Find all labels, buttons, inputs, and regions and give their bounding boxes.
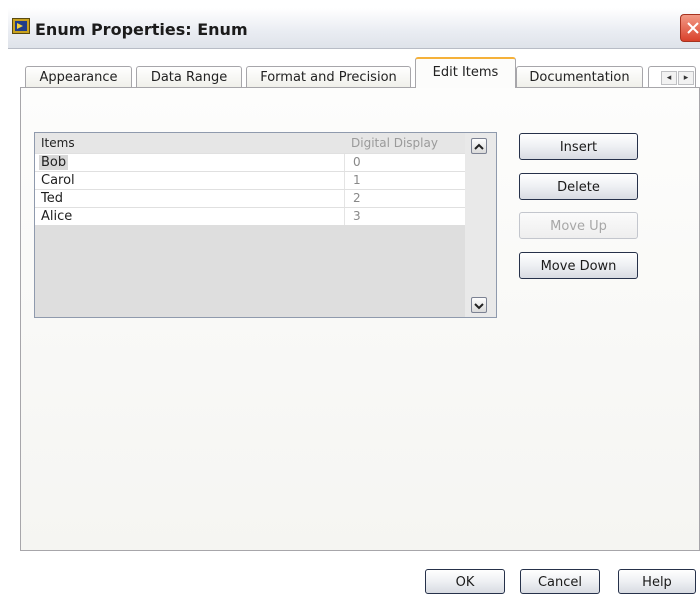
tab-edit-items[interactable]: Edit Items bbox=[415, 57, 516, 88]
item-value: 0 bbox=[353, 155, 361, 169]
move-down-button[interactable]: Move Down bbox=[519, 252, 638, 279]
delete-button[interactable]: Delete bbox=[519, 173, 638, 200]
chevron-up-icon bbox=[474, 143, 484, 150]
table-header: Items Digital Display bbox=[35, 133, 465, 153]
item-name[interactable]: Carol bbox=[41, 173, 75, 188]
close-button[interactable] bbox=[680, 14, 700, 42]
chevron-right-icon[interactable]: ▸ bbox=[678, 71, 694, 85]
tab-appearance[interactable]: Appearance bbox=[25, 66, 132, 87]
insert-button[interactable]: Insert bbox=[519, 133, 638, 160]
table-row[interactable]: Bob 0 bbox=[35, 153, 465, 171]
item-name[interactable]: Alice bbox=[41, 209, 72, 224]
labview-enum-icon bbox=[12, 18, 30, 34]
move-up-button[interactable]: Move Up bbox=[519, 212, 638, 239]
column-divider bbox=[344, 172, 345, 189]
window-title: Enum Properties: Enum bbox=[35, 20, 248, 39]
digital-display-column-header: Digital Display bbox=[351, 136, 438, 150]
tab-data-range[interactable]: Data Range bbox=[136, 66, 242, 87]
close-icon bbox=[687, 22, 699, 34]
chevron-down-icon bbox=[474, 303, 484, 310]
column-divider bbox=[344, 154, 345, 171]
item-name[interactable]: Bob bbox=[39, 155, 69, 170]
items-column-header: Items bbox=[41, 136, 75, 150]
column-divider bbox=[344, 190, 345, 207]
title-bar: Enum Properties: Enum bbox=[8, 8, 700, 49]
items-table: Items Digital Display Bob 0 Carol 1 Ted … bbox=[34, 132, 497, 318]
tab-scroll-buttons: ◂ ▸ bbox=[648, 66, 696, 87]
tab-documentation[interactable]: Documentation bbox=[516, 66, 643, 87]
table-row[interactable]: Alice 3 bbox=[35, 207, 465, 225]
ok-button[interactable]: OK bbox=[425, 569, 505, 594]
item-value: 3 bbox=[353, 209, 361, 223]
chevron-left-icon[interactable]: ◂ bbox=[661, 71, 677, 85]
help-button[interactable]: Help bbox=[618, 569, 696, 594]
table-row[interactable]: Ted 2 bbox=[35, 189, 465, 207]
table-row[interactable]: Carol 1 bbox=[35, 171, 465, 189]
scroll-down-button[interactable] bbox=[471, 297, 487, 313]
table-scrollbar[interactable] bbox=[465, 133, 496, 317]
item-value: 2 bbox=[353, 191, 361, 205]
scroll-up-button[interactable] bbox=[471, 138, 487, 154]
item-value: 1 bbox=[353, 173, 361, 187]
tab-format-and-precision[interactable]: Format and Precision bbox=[246, 66, 411, 87]
column-divider bbox=[344, 208, 345, 225]
cancel-button[interactable]: Cancel bbox=[520, 569, 600, 594]
item-name[interactable]: Ted bbox=[41, 191, 63, 206]
